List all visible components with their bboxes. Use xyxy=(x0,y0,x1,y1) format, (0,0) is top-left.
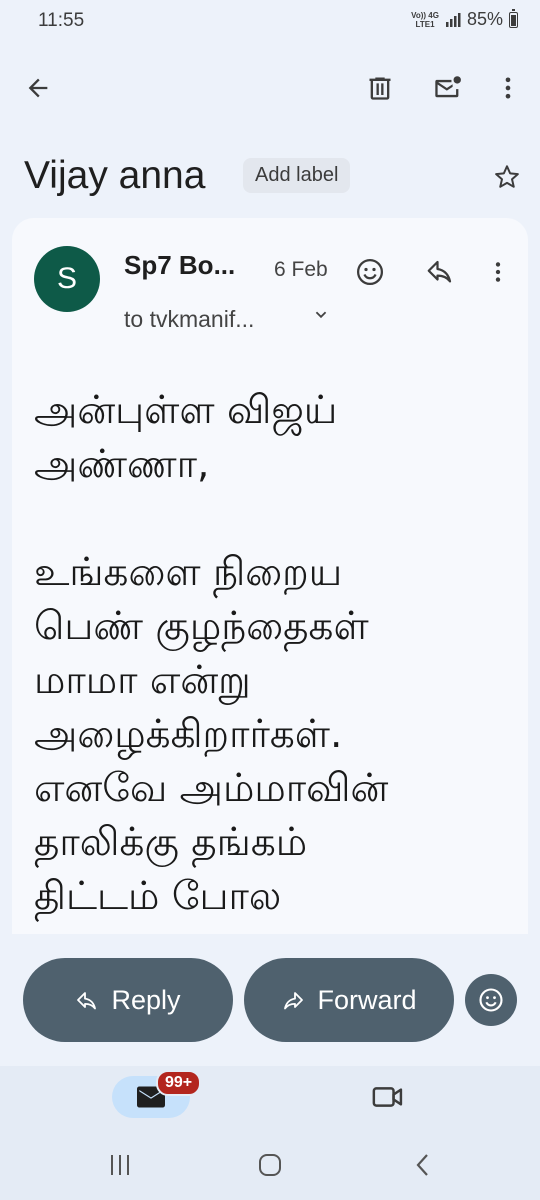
delete-button[interactable] xyxy=(362,70,398,106)
more-options-button[interactable] xyxy=(490,70,526,106)
emoji-reaction-button[interactable] xyxy=(465,974,517,1026)
message-card: S Sp7 Bo... 6 Feb to tvkmanif... அன்புள்… xyxy=(12,218,528,934)
mark-unread-button[interactable] xyxy=(430,70,466,106)
reply-icon xyxy=(77,992,97,1010)
emoji-icon xyxy=(357,259,383,285)
home-icon xyxy=(259,1154,281,1176)
add-label-chip[interactable]: Add label xyxy=(243,158,351,193)
chevron-down-icon xyxy=(315,311,327,319)
signal-icon xyxy=(445,12,461,27)
battery-icon xyxy=(509,8,518,28)
home-button[interactable] xyxy=(255,1150,285,1180)
emoji-icon xyxy=(479,988,503,1012)
subject-row: Vijay anna Add label xyxy=(24,148,524,208)
nav-meet-tab[interactable] xyxy=(370,1082,406,1112)
status-bar: 11:55 Vo)) 4G LTE1 85% xyxy=(0,0,540,44)
more-vert-icon xyxy=(495,262,501,282)
message-body: அன்புள்ள விஜய் அண்ணா, உங்களை நிறைய பெண் … xyxy=(34,388,389,919)
reply-icon xyxy=(427,260,452,283)
back-button[interactable] xyxy=(20,70,56,106)
recipient-line[interactable]: to tvkmanif... xyxy=(124,306,254,333)
mail-unread-icon xyxy=(435,76,461,98)
chevron-left-icon xyxy=(416,1154,428,1176)
reply-button[interactable]: Reply xyxy=(23,958,233,1042)
forward-button[interactable]: Forward xyxy=(244,958,454,1042)
arrow-left-icon xyxy=(28,78,48,98)
more-vert-icon xyxy=(505,77,511,99)
trash-icon xyxy=(369,77,391,100)
action-bar: Reply Forward xyxy=(0,958,540,1044)
recipient-details-button[interactable] xyxy=(310,304,332,326)
system-navigation xyxy=(0,1130,540,1200)
top-toolbar xyxy=(0,60,540,116)
video-camera-icon xyxy=(372,1087,403,1107)
network-indicator: Vo)) 4G LTE1 xyxy=(411,10,439,29)
react-emoji-button[interactable] xyxy=(352,254,388,290)
recent-apps-icon xyxy=(111,1155,129,1175)
sender-name[interactable]: Sp7 Bo... xyxy=(124,250,235,281)
message-date: 6 Feb xyxy=(274,258,328,281)
star-button[interactable] xyxy=(490,160,524,194)
system-back-button[interactable] xyxy=(408,1150,438,1180)
forward-label: Forward xyxy=(317,984,417,1015)
reply-label: Reply xyxy=(111,984,181,1015)
status-time: 11:55 xyxy=(38,10,85,31)
message-more-button[interactable] xyxy=(480,254,516,290)
sender-avatar[interactable]: S xyxy=(34,246,100,312)
unread-count-badge: 99+ xyxy=(156,1070,202,1096)
battery-percent: 85% xyxy=(466,9,503,29)
recent-apps-button[interactable] xyxy=(105,1150,135,1180)
star-outline-icon xyxy=(495,165,519,188)
bottom-navigation: 99+ xyxy=(0,1066,540,1130)
email-subject: Vijay anna xyxy=(24,154,206,197)
forward-icon xyxy=(284,992,304,1010)
status-indicators: Vo)) 4G LTE1 85% xyxy=(411,8,518,30)
reply-icon-button[interactable] xyxy=(422,254,458,290)
